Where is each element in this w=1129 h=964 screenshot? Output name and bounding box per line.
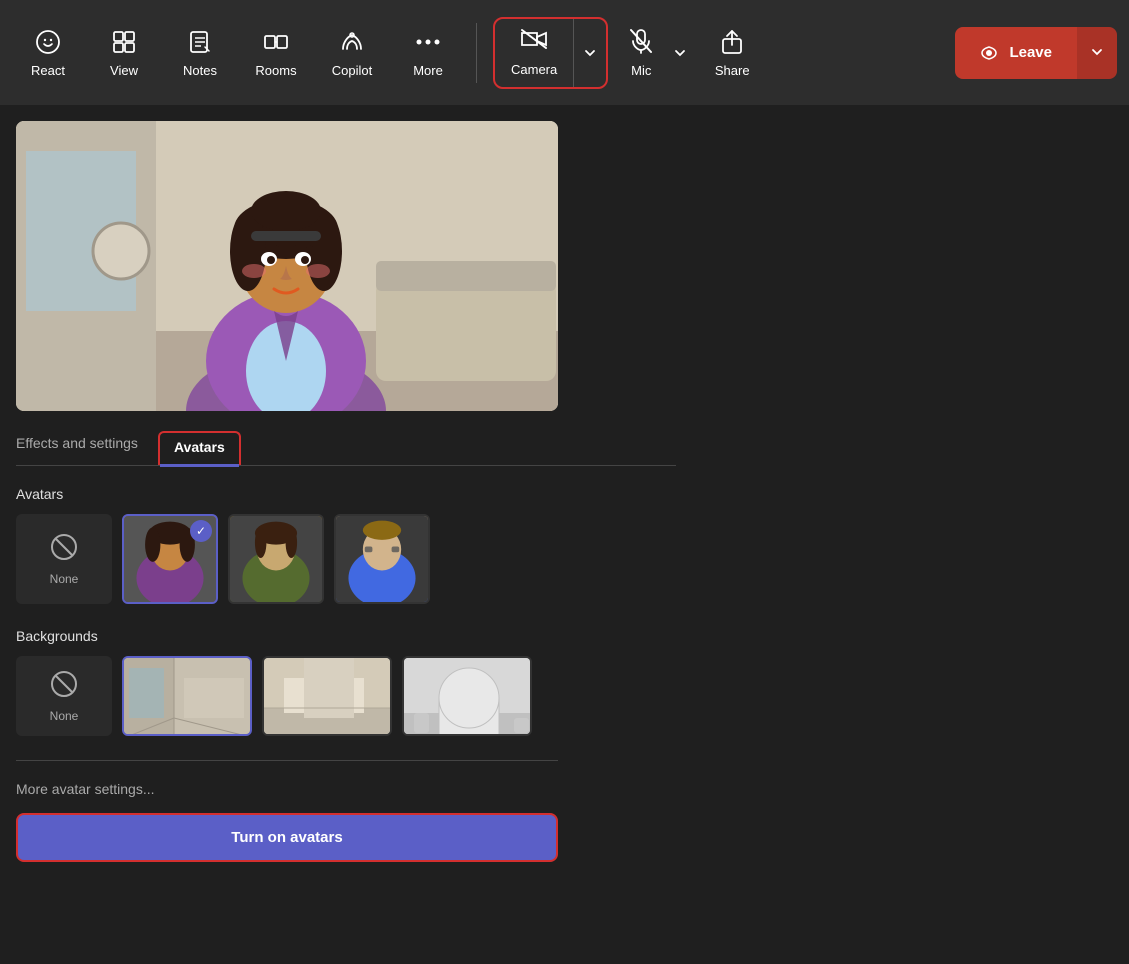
none-avatar-icon: [50, 533, 78, 568]
leave-button[interactable]: Leave: [955, 27, 1076, 79]
mic-muted-icon: [630, 28, 652, 57]
avatar-none-card[interactable]: None: [16, 514, 112, 604]
separator-1: [476, 23, 477, 83]
mic-chevron-button[interactable]: [668, 13, 692, 93]
react-label: React: [31, 63, 65, 78]
bg-thumb-2: [264, 658, 390, 734]
main-content: Effects and settings Avatars Avatars Non…: [0, 105, 1129, 878]
backgrounds-section-title: Backgrounds: [16, 628, 676, 644]
bg-thumb-3: [404, 658, 530, 734]
notes-icon: [185, 27, 215, 57]
mic-button-group: Mic: [616, 13, 692, 93]
avatar-card-1[interactable]: ✓: [122, 514, 218, 604]
left-panel: Effects and settings Avatars Avatars Non…: [16, 121, 676, 862]
leave-button-group: Leave: [955, 27, 1117, 79]
view-button[interactable]: View: [88, 13, 160, 93]
view-label: View: [110, 63, 138, 78]
bg-none-card[interactable]: None: [16, 656, 112, 736]
bg-card-2[interactable]: [262, 656, 392, 736]
rooms-icon: [261, 27, 291, 57]
effects-settings-tab[interactable]: Effects and settings: [16, 435, 138, 461]
avatar-thumb-2: [230, 516, 322, 602]
mic-label: Mic: [631, 63, 651, 78]
camera-label: Camera: [511, 62, 557, 77]
tabs-area: Effects and settings Avatars: [16, 431, 676, 466]
leave-label: Leave: [1009, 44, 1052, 61]
more-button[interactable]: More: [392, 13, 464, 93]
camera-button-group: Camera: [493, 17, 608, 89]
notes-button[interactable]: Notes: [164, 13, 236, 93]
more-label: More: [413, 63, 443, 78]
avatar-card-3[interactable]: [334, 514, 430, 604]
selected-checkmark: ✓: [190, 520, 212, 542]
bg-card-1[interactable]: [122, 656, 252, 736]
avatar-grid: None ✓: [16, 514, 676, 604]
camera-toggle-button[interactable]: Camera: [495, 19, 573, 87]
bg-card-3[interactable]: [402, 656, 532, 736]
none-avatar-label: None: [50, 572, 79, 586]
bg-thumb-1: [124, 658, 250, 734]
video-preview: [16, 121, 558, 411]
avatars-section-title: Avatars: [16, 486, 676, 502]
view-icon: [109, 27, 139, 57]
backgrounds-grid: None: [16, 656, 676, 736]
camera-chevron-button[interactable]: [573, 19, 606, 87]
mic-toggle-button[interactable]: Mic: [616, 13, 666, 93]
copilot-icon: [337, 27, 367, 57]
notes-label: Notes: [183, 63, 217, 78]
divider: [16, 760, 558, 761]
rooms-label: Rooms: [255, 63, 296, 78]
share-icon: [717, 27, 747, 57]
avatars-tab[interactable]: Avatars: [158, 431, 241, 465]
react-button[interactable]: React: [12, 13, 84, 93]
rooms-button[interactable]: Rooms: [240, 13, 312, 93]
avatar-preview-svg: [16, 121, 558, 411]
copilot-button[interactable]: Copilot: [316, 13, 388, 93]
more-icon: [413, 27, 443, 57]
more-avatar-settings-link[interactable]: More avatar settings...: [16, 781, 676, 797]
topbar: React View Notes: [0, 0, 1129, 105]
share-label: Share: [715, 63, 750, 78]
avatar-thumb-3: [336, 516, 428, 602]
none-bg-icon: [50, 670, 78, 705]
share-button[interactable]: Share: [696, 13, 768, 93]
avatar-card-2[interactable]: [228, 514, 324, 604]
camera-off-icon: [520, 28, 548, 56]
turn-on-avatars-button[interactable]: Turn on avatars: [16, 813, 558, 862]
leave-chevron-button[interactable]: [1076, 27, 1117, 79]
react-icon: [33, 27, 63, 57]
copilot-label: Copilot: [332, 63, 372, 78]
none-bg-label: None: [50, 709, 79, 723]
